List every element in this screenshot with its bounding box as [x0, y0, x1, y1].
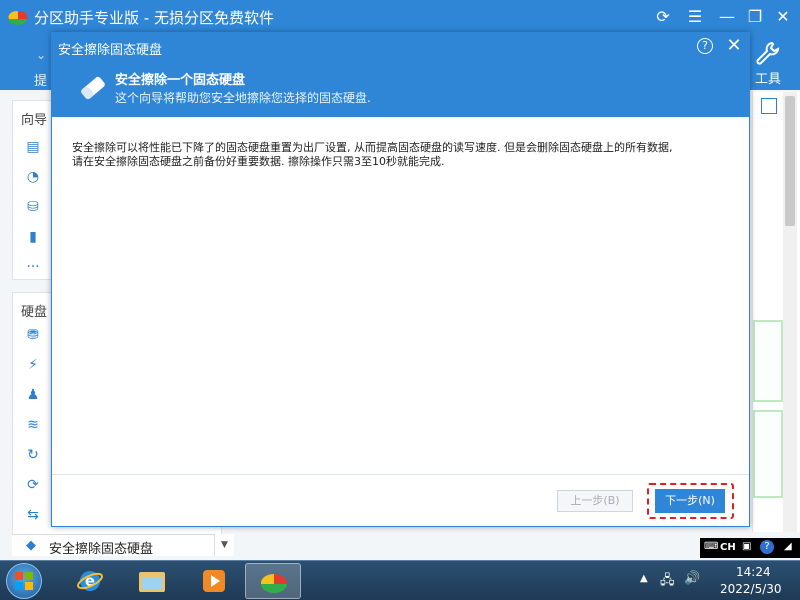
taskbar: e ▲ 🖧 🔊 14:24 2022/5/30: [0, 560, 800, 600]
disk-map-block[interactable]: [753, 320, 783, 402]
disk-map-block[interactable]: [753, 410, 783, 498]
description-line: 请在安全擦除固态硬盘之前备份好重要数据. 擦除操作只需3至10秒就能完成.: [72, 155, 445, 168]
minimize-button[interactable]: —: [716, 6, 738, 28]
next-button[interactable]: 下一步(N): [655, 489, 725, 513]
close-app-button[interactable]: ✕: [772, 6, 794, 28]
clock-time[interactable]: 14:24: [736, 565, 771, 579]
keyboard-icon[interactable]: ⌨: [704, 541, 718, 552]
description-line: 安全擦除可以将性能已下降了的固态硬盘重置为出厂设置, 从而提高固态硬盘的读写速度…: [72, 141, 673, 154]
menu-icon[interactable]: ☰: [684, 6, 706, 28]
ime-options-icon[interactable]: ◢: [784, 541, 792, 552]
taskbar-explorer[interactable]: [124, 563, 180, 599]
wizard-heading: 向导: [21, 113, 48, 128]
secure-erase-dialog: 安全擦除固态硬盘 ? ✕ 安全擦除一个固态硬盘 这个向导将帮助您安全地擦除您选择…: [51, 32, 750, 527]
swap-icon[interactable]: ⇆: [25, 507, 41, 523]
ime-help-icon[interactable]: ?: [760, 540, 774, 554]
surface-test-icon[interactable]: ≋: [25, 417, 41, 433]
title-bar: 分区助手专业版 - 无损分区免费软件 ⟳ ☰ — ❐ ✕: [0, 0, 800, 34]
more-icon[interactable]: ···: [25, 259, 41, 275]
eraser-icon: [81, 76, 105, 100]
pending-operation-label[interactable]: 安全擦除固态硬盘: [49, 538, 153, 557]
view-toggle-icon[interactable]: [761, 98, 777, 114]
lightning-icon[interactable]: ⚡: [25, 357, 41, 373]
disk-heading: 硬盘: [21, 305, 48, 320]
taskbar-ie[interactable]: e: [62, 563, 118, 599]
restore-button[interactable]: ❐: [744, 6, 766, 28]
usb-drive-icon[interactable]: ▮: [25, 229, 41, 245]
disk-clone-icon[interactable]: ⛃: [25, 327, 41, 343]
disk-copy-icon[interactable]: ▤: [25, 139, 41, 155]
app-logo-icon: [8, 10, 28, 25]
tools-button[interactable]: 工具: [748, 40, 788, 90]
dialog-body: 安全擦除可以将性能已下降了的固态硬盘重置为出厂设置, 从而提高固态硬盘的读写速度…: [72, 141, 732, 169]
wrench-icon: [756, 41, 780, 65]
network-icon[interactable]: 🖧: [660, 571, 675, 593]
convert-disk-icon[interactable]: ⟳: [25, 477, 41, 493]
previous-button[interactable]: 上一步(B): [557, 490, 633, 512]
system-tray: ▲ 🖧 🔊 14:24 2022/5/30: [636, 561, 800, 600]
show-hidden-icons-icon[interactable]: ▲: [640, 573, 648, 584]
partition-assistant-icon: [260, 573, 288, 593]
taskbar-partition-assistant[interactable]: [245, 563, 301, 599]
volume-icon[interactable]: 🔊: [684, 571, 700, 586]
status-dropdown-button[interactable]: ▼: [214, 534, 234, 556]
status-strip: ◆ 安全擦除固态硬盘: [12, 534, 234, 557]
app-title: 分区助手专业版 - 无损分区免费软件: [34, 9, 274, 27]
media-player-icon: [203, 570, 225, 592]
right-panel: [752, 92, 800, 532]
start-button[interactable]: [6, 563, 42, 599]
refresh-icon[interactable]: ⟳: [652, 6, 674, 28]
tools-label: 工具: [754, 72, 781, 87]
internet-explorer-icon: e: [77, 571, 103, 591]
ime-settings-icon[interactable]: ▣: [742, 541, 751, 552]
chevron-down-icon[interactable]: ⌄: [36, 48, 46, 62]
migrate-os-icon[interactable]: ⛁: [25, 199, 41, 215]
ime-language[interactable]: CH: [720, 542, 736, 553]
partition-pie-icon[interactable]: ◔: [25, 169, 41, 185]
windows-logo-icon: [15, 572, 33, 590]
scrollbar-thumb[interactable]: [785, 96, 795, 226]
help-icon[interactable]: ?: [697, 38, 713, 54]
ribbon-item-partial[interactable]: 提: [34, 70, 47, 89]
dialog-header: 安全擦除一个固态硬盘 这个向导将帮助您安全地擦除您选择的固态硬盘.: [52, 61, 749, 117]
dialog-header-subtitle: 这个向导将帮助您安全地擦除您选择的固态硬盘.: [115, 91, 371, 105]
ime-bar: ⌨ CH ▣ ? ◢: [700, 538, 800, 558]
folder-icon: [139, 572, 165, 592]
dialog-header-title: 安全擦除一个固态硬盘: [115, 73, 246, 88]
rebuild-mbr-icon[interactable]: ↻: [25, 447, 41, 463]
dialog-title: 安全擦除固态硬盘: [58, 43, 163, 58]
eraser-icon: ◆: [26, 538, 36, 553]
close-icon[interactable]: ✕: [724, 36, 744, 56]
taskbar-media-player[interactable]: [186, 563, 242, 599]
clock-date[interactable]: 2022/5/30: [720, 582, 782, 596]
dialog-title-bar: 安全擦除固态硬盘 ? ✕: [52, 33, 749, 61]
broom-icon[interactable]: ♟: [25, 387, 41, 403]
scrollbar[interactable]: [783, 92, 797, 532]
dialog-footer: 上一步(B) 下一步(N): [52, 474, 749, 526]
